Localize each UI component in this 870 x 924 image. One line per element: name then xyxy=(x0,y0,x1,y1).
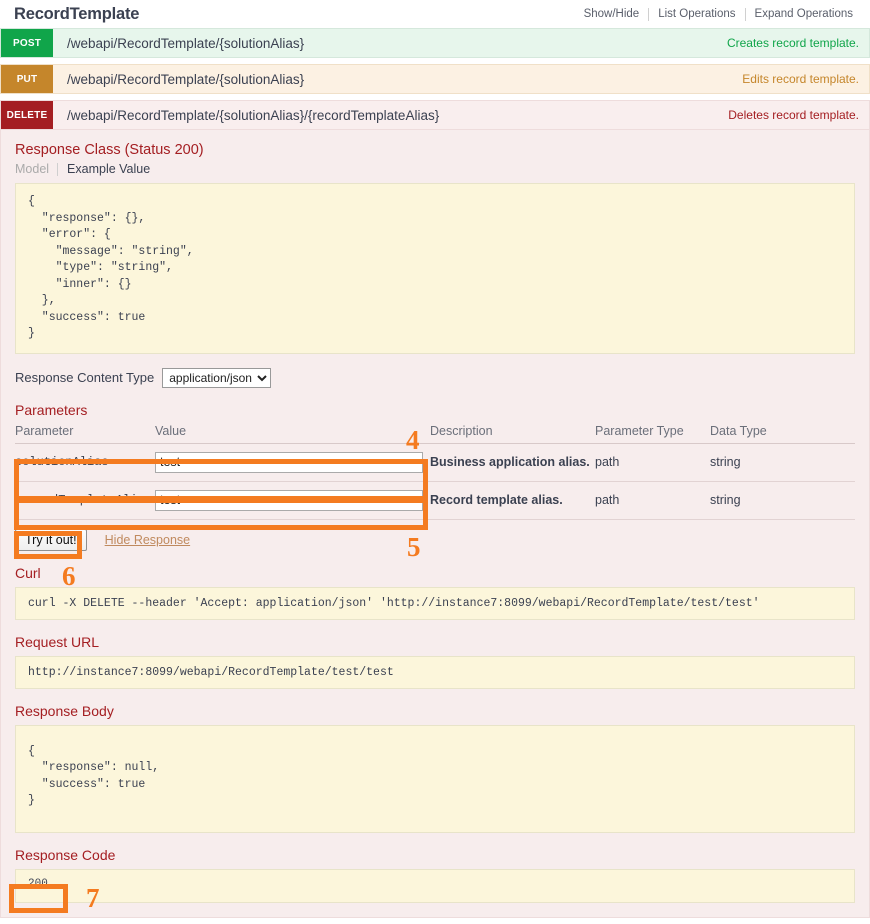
param-name-record-template-alias: recordTemplateAlias xyxy=(15,481,155,520)
response-content-type-label: Response Content Type xyxy=(15,370,155,385)
resource-header: RecordTemplate Show/Hide List Operations… xyxy=(0,0,870,28)
param-type-record-template-alias: path xyxy=(595,481,710,520)
list-operations-link[interactable]: List Operations xyxy=(649,8,744,20)
model-example-tabs: Model Example Value xyxy=(15,162,855,176)
response-code-title: Response Code xyxy=(15,846,116,863)
table-row: recordTemplateAlias Record template alia… xyxy=(15,481,855,520)
parameters-title: Parameters xyxy=(15,401,88,418)
curl-title: Curl xyxy=(15,564,41,581)
curl-command: curl -X DELETE --header 'Accept: applica… xyxy=(15,586,855,620)
response-body-code: { "response": null, "success": true } xyxy=(15,724,855,833)
response-content-type-select[interactable]: application/json xyxy=(162,367,272,388)
operation-path-put[interactable]: /webapi/RecordTemplate/{solutionAlias} xyxy=(53,65,742,93)
parameters-header-row: Parameter Value Description Parameter Ty… xyxy=(15,423,855,444)
response-class-title: Response Class (Status 200) xyxy=(15,142,204,158)
swagger-page: RecordTemplate Show/Hide List Operations… xyxy=(0,0,870,924)
param-name-solution-alias: solutionAlias xyxy=(15,443,155,482)
expand-operations-link[interactable]: Expand Operations xyxy=(746,8,862,20)
col-header-data-type: Data Type xyxy=(710,423,855,444)
param-value-cell-record-template-alias xyxy=(155,481,430,520)
response-code-value: 200 xyxy=(15,868,855,903)
operation-row-put[interactable]: PUT /webapi/RecordTemplate/{solutionAlia… xyxy=(0,64,870,94)
param-input-solution-alias[interactable] xyxy=(155,451,423,473)
param-value-cell-solution-alias xyxy=(155,443,430,482)
col-header-description: Description xyxy=(430,423,595,444)
tab-model[interactable]: Model xyxy=(15,162,57,176)
param-description-record-template-alias: Record template alias. xyxy=(430,481,595,520)
method-badge-delete: DELETE xyxy=(1,101,53,129)
try-it-out-button[interactable]: Try it out! xyxy=(15,528,87,551)
show-hide-link[interactable]: Show/Hide xyxy=(575,8,649,20)
table-row: solutionAlias Business application alias… xyxy=(15,443,855,482)
param-description-solution-alias: Business application alias. xyxy=(430,443,595,482)
response-body-title: Response Body xyxy=(15,702,114,719)
col-header-value: Value xyxy=(155,423,430,444)
tab-example-value[interactable]: Example Value xyxy=(58,162,150,176)
operation-summary-post: Creates record template. xyxy=(726,36,859,50)
operation-row-post[interactable]: POST /webapi/RecordTemplate/{solutionAli… xyxy=(0,28,870,58)
param-type-solution-alias: path xyxy=(595,443,710,482)
operation-actions: Try it out! Hide Response xyxy=(15,528,855,551)
response-content-type-row: Response Content Type application/json xyxy=(15,367,855,388)
param-datatype-solution-alias: string xyxy=(710,443,855,482)
operation-row-delete[interactable]: DELETE /webapi/RecordTemplate/{solutionA… xyxy=(0,100,870,130)
request-url-title: Request URL xyxy=(15,633,100,650)
page-title: RecordTemplate xyxy=(14,4,140,23)
operation-detail-panel: Response Class (Status 200) Model Exampl… xyxy=(0,130,870,918)
param-input-record-template-alias[interactable] xyxy=(155,489,423,511)
operation-summary-put: Edits record template. xyxy=(742,72,859,86)
header-links: Show/Hide List Operations Expand Operati… xyxy=(575,7,862,21)
parameters-table: Parameter Value Description Parameter Ty… xyxy=(15,423,855,520)
col-header-parameter: Parameter xyxy=(15,423,155,444)
col-header-parameter-type: Parameter Type xyxy=(595,423,710,444)
example-value-code: { "response": {}, "error": { "message": … xyxy=(15,183,855,354)
operation-summary-delete: Deletes record template. xyxy=(728,108,859,122)
method-badge-post: POST xyxy=(1,29,53,57)
request-url-value: http://instance7:8099/webapi/RecordTempl… xyxy=(15,655,855,689)
hide-response-link[interactable]: Hide Response xyxy=(105,533,190,547)
operation-path-post[interactable]: /webapi/RecordTemplate/{solutionAlias} xyxy=(53,29,727,57)
operation-path-delete[interactable]: /webapi/RecordTemplate/{solutionAlias}/{… xyxy=(53,101,728,129)
method-badge-put: PUT xyxy=(1,65,53,93)
param-datatype-record-template-alias: string xyxy=(710,481,855,520)
